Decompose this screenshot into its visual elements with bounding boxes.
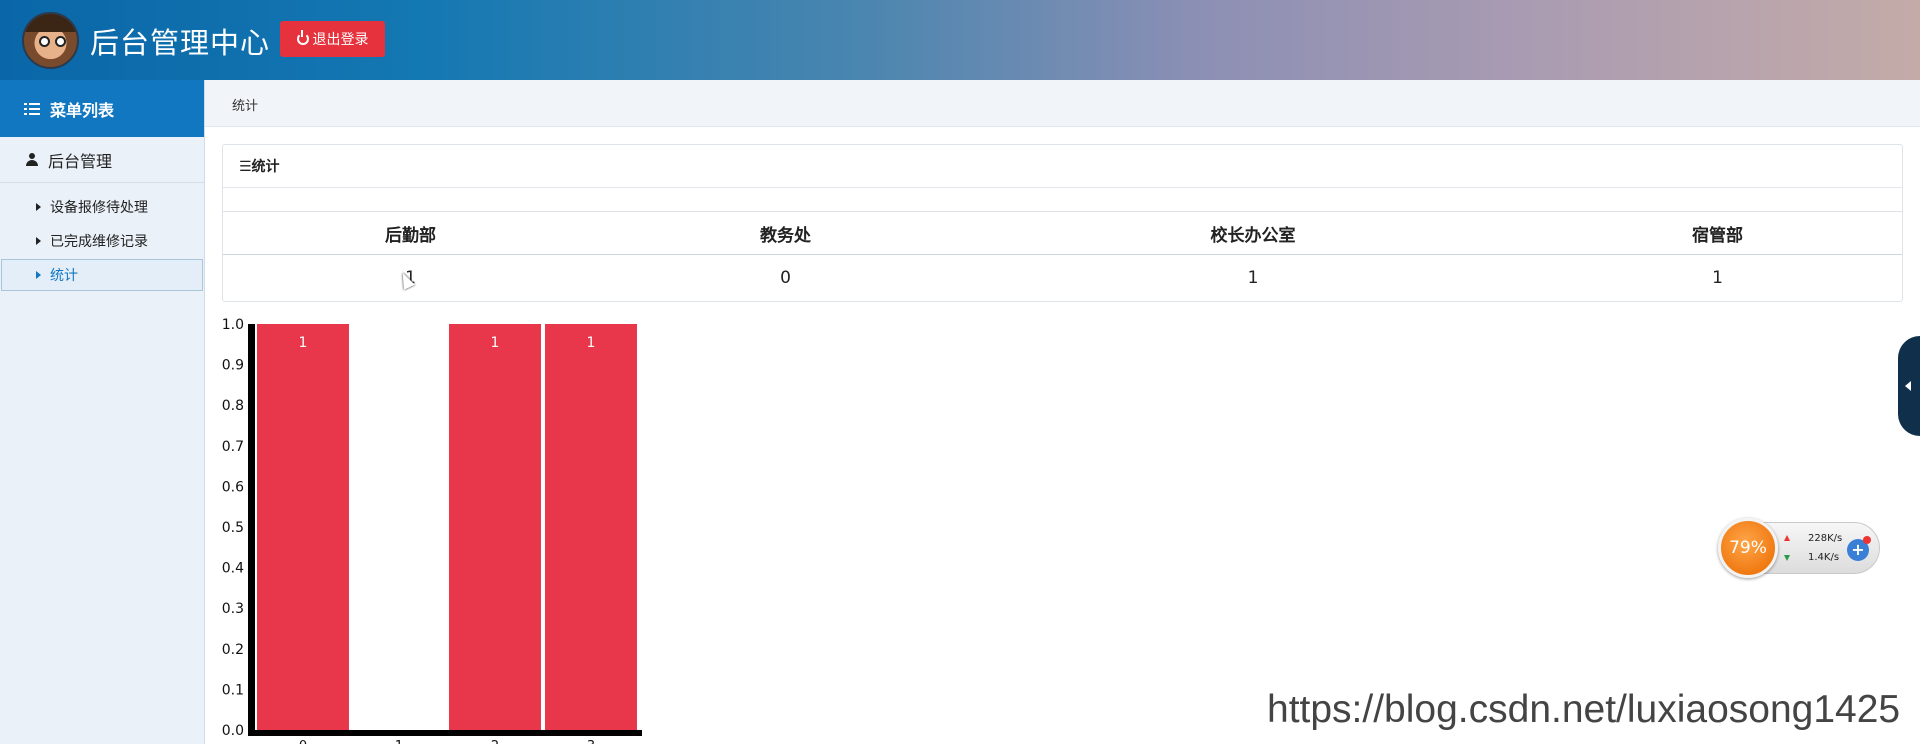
y-tick-label: 0.8 <box>222 398 244 414</box>
logout-button[interactable]: 退出登录 <box>280 21 385 57</box>
y-tick-label: 0.5 <box>222 520 244 536</box>
menu-title: 菜单列表 <box>50 100 115 120</box>
column-header: 校长办公室 <box>1210 225 1296 246</box>
y-tick-label: 0.3 <box>222 601 244 617</box>
y-tick-label: 0.2 <box>222 642 244 658</box>
user-icon <box>26 153 38 166</box>
breadcrumb-bar: 统计 <box>205 80 1920 127</box>
list-icon <box>24 102 40 115</box>
power-icon <box>296 30 309 45</box>
table-row: 1 0 1 1 <box>223 255 1902 300</box>
y-tick-label: 0.1 <box>222 682 244 698</box>
upload-arrow-icon <box>1784 535 1790 541</box>
y-tick-label: 0.7 <box>222 439 244 455</box>
x-tick-label: 0 <box>299 739 307 744</box>
table-cell: 1 <box>1712 267 1723 288</box>
bar <box>545 324 637 730</box>
bar <box>449 324 541 730</box>
y-tick-label: 0.4 <box>222 561 244 577</box>
upload-speed: 228K/s <box>1808 533 1843 544</box>
column-header: 后勤部 <box>385 225 436 246</box>
top-header: 后台管理中心 退出登录 <box>0 0 1920 80</box>
table-cell: 1 <box>1247 267 1259 288</box>
group-title: 后台管理 <box>48 151 113 171</box>
x-tick-label: 3 <box>587 739 595 744</box>
bar-data-label: 1 <box>587 335 596 351</box>
caret-right-icon <box>36 237 41 245</box>
x-axis <box>248 730 642 736</box>
notification-dot <box>1863 536 1871 544</box>
memory-usage-badge[interactable]: 79% <box>1718 518 1778 578</box>
sidebar-item-label: 统计 <box>50 268 78 284</box>
arrow-left-icon <box>1905 381 1911 391</box>
bar-chart: 0.0 0.1 0.2 0.3 0.4 0.5 0.6 0.7 0.8 0.9 1.0 1 0 1 1 2 1 3 <box>222 317 642 744</box>
statistics-table: 后勤部 教务处 校长办公室 宿管部 1 0 1 1 <box>223 211 1902 300</box>
side-collapse-tab[interactable] <box>1898 336 1920 436</box>
sidebar-item-statistics[interactable]: 统计 <box>1 259 203 291</box>
y-tick-label: 0.6 <box>222 479 244 495</box>
app-title: 后台管理中心 <box>90 26 271 60</box>
sidebar-item-label: 已完成维修记录 <box>50 234 148 250</box>
statistics-panel: ☰统计 后勤部 教务处 校长办公室 宿管部 1 0 1 1 <box>222 144 1903 302</box>
panel-title: ☰统计 <box>223 145 1902 188</box>
bar-data-label: 1 <box>299 335 308 351</box>
y-tick-label: 0.9 <box>222 358 244 374</box>
bar <box>257 324 349 730</box>
menu-header: 菜单列表 <box>0 80 204 137</box>
y-tick-label: 1.0 <box>222 317 244 333</box>
sidebar-group-admin[interactable]: 后台管理 <box>0 137 204 183</box>
x-tick-label: 1 <box>395 739 403 744</box>
table-cell: 0 <box>780 267 791 288</box>
column-header: 教务处 <box>760 225 811 246</box>
avatar <box>22 12 79 69</box>
logout-label: 退出登录 <box>312 31 369 47</box>
column-header: 宿管部 <box>1692 225 1743 246</box>
sidebar-item-pending-repairs[interactable]: 设备报修待处理 <box>1 191 203 223</box>
download-speed: 1.4K/s <box>1808 552 1840 563</box>
bar-data-label: 1 <box>491 335 500 351</box>
breadcrumb[interactable]: 统计 <box>232 95 258 114</box>
caret-right-icon <box>36 203 41 211</box>
y-tick-label: 0.0 <box>222 723 244 739</box>
download-arrow-icon <box>1784 555 1790 561</box>
sidebar: 菜单列表 后台管理 设备报修待处理 已完成维修记录 统计 <box>0 80 205 744</box>
sidebar-item-completed-repairs[interactable]: 已完成维修记录 <box>1 225 203 257</box>
watermark: https://blog.csdn.net/luxiaosong1425 <box>1267 688 1901 731</box>
y-axis <box>248 324 255 736</box>
table-header-row: 后勤部 教务处 校长办公室 宿管部 <box>223 211 1902 255</box>
sidebar-item-label: 设备报修待处理 <box>50 200 148 216</box>
x-tick-label: 2 <box>491 739 499 744</box>
caret-right-icon <box>36 271 41 279</box>
